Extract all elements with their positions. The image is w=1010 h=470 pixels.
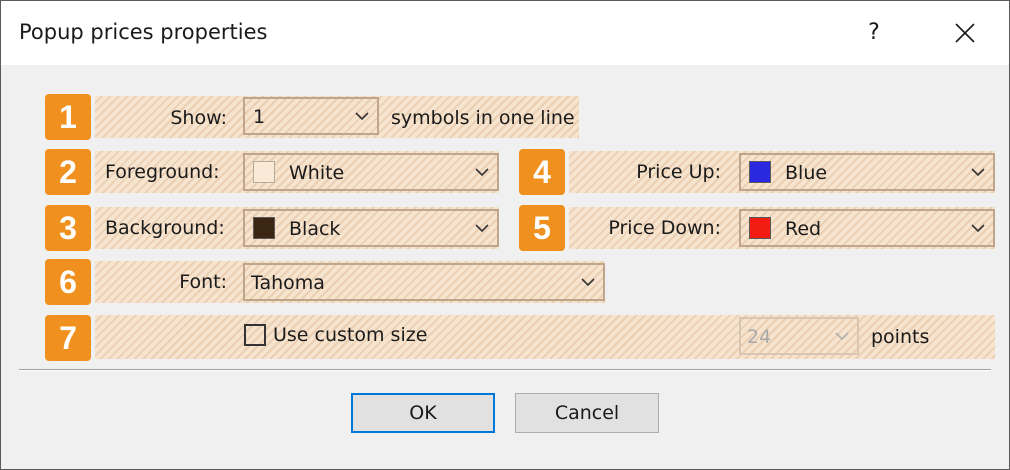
- price-up-label: Price Up:: [636, 161, 721, 183]
- title-bar: Popup prices properties ?: [1, 1, 1009, 65]
- font-label: Font:: [179, 271, 227, 293]
- badge-6: 6: [45, 259, 91, 305]
- price-up-color-value: Blue: [785, 162, 828, 184]
- help-button[interactable]: ?: [857, 13, 891, 53]
- separator: [19, 369, 991, 371]
- use-custom-size-label[interactable]: Use custom size: [273, 324, 427, 346]
- price-up-color-select[interactable]: Blue: [739, 153, 995, 191]
- dialog-title: Popup prices properties: [19, 20, 268, 44]
- custom-size-select[interactable]: 24: [739, 317, 859, 355]
- show-label: Show:: [170, 107, 227, 129]
- badge-4: 4: [519, 149, 565, 195]
- custom-size-value: 24: [747, 326, 772, 348]
- price-down-label: Price Down:: [608, 217, 721, 239]
- chevron-down-icon: [971, 224, 985, 233]
- price-down-color-swatch: [749, 217, 771, 239]
- background-color-select[interactable]: Black: [243, 209, 499, 247]
- price-down-color-value: Red: [785, 218, 822, 240]
- chevron-down-icon: [475, 168, 489, 177]
- foreground-color-select[interactable]: White: [243, 153, 499, 191]
- show-count-select[interactable]: 1: [243, 97, 379, 135]
- badge-2: 2: [45, 149, 91, 195]
- badge-7: 7: [45, 315, 91, 361]
- show-suffix-label: symbols in one line: [391, 107, 575, 129]
- background-color-swatch: [253, 217, 275, 239]
- badge-1: 1: [45, 94, 91, 140]
- background-color-value: Black: [289, 218, 341, 240]
- chevron-down-icon: [355, 112, 369, 121]
- foreground-label: Foreground:: [105, 161, 220, 183]
- show-count-value: 1: [253, 106, 266, 128]
- points-label: points: [871, 326, 930, 348]
- price-up-color-swatch: [749, 161, 771, 183]
- foreground-color-value: White: [289, 162, 345, 184]
- cancel-button[interactable]: Cancel: [515, 393, 659, 433]
- price-down-color-select[interactable]: Red: [739, 209, 995, 247]
- chevron-down-icon: [971, 168, 985, 177]
- foreground-color-swatch: [253, 161, 275, 183]
- ok-button[interactable]: OK: [351, 393, 495, 433]
- close-button[interactable]: [945, 13, 985, 53]
- properties-dialog: Popup prices properties ? 1 Show: 1 symb…: [0, 0, 1010, 470]
- close-icon: [955, 23, 975, 43]
- badge-5: 5: [519, 205, 565, 251]
- use-custom-size-checkbox[interactable]: [244, 324, 266, 346]
- chevron-down-icon: [581, 278, 595, 287]
- background-label: Background:: [105, 217, 225, 239]
- font-select[interactable]: Tahoma: [243, 263, 605, 301]
- chevron-down-icon: [475, 224, 489, 233]
- chevron-down-icon: [835, 332, 849, 341]
- badge-3: 3: [45, 205, 91, 251]
- custom-size-row-highlight: [95, 315, 995, 359]
- font-value: Tahoma: [251, 272, 325, 294]
